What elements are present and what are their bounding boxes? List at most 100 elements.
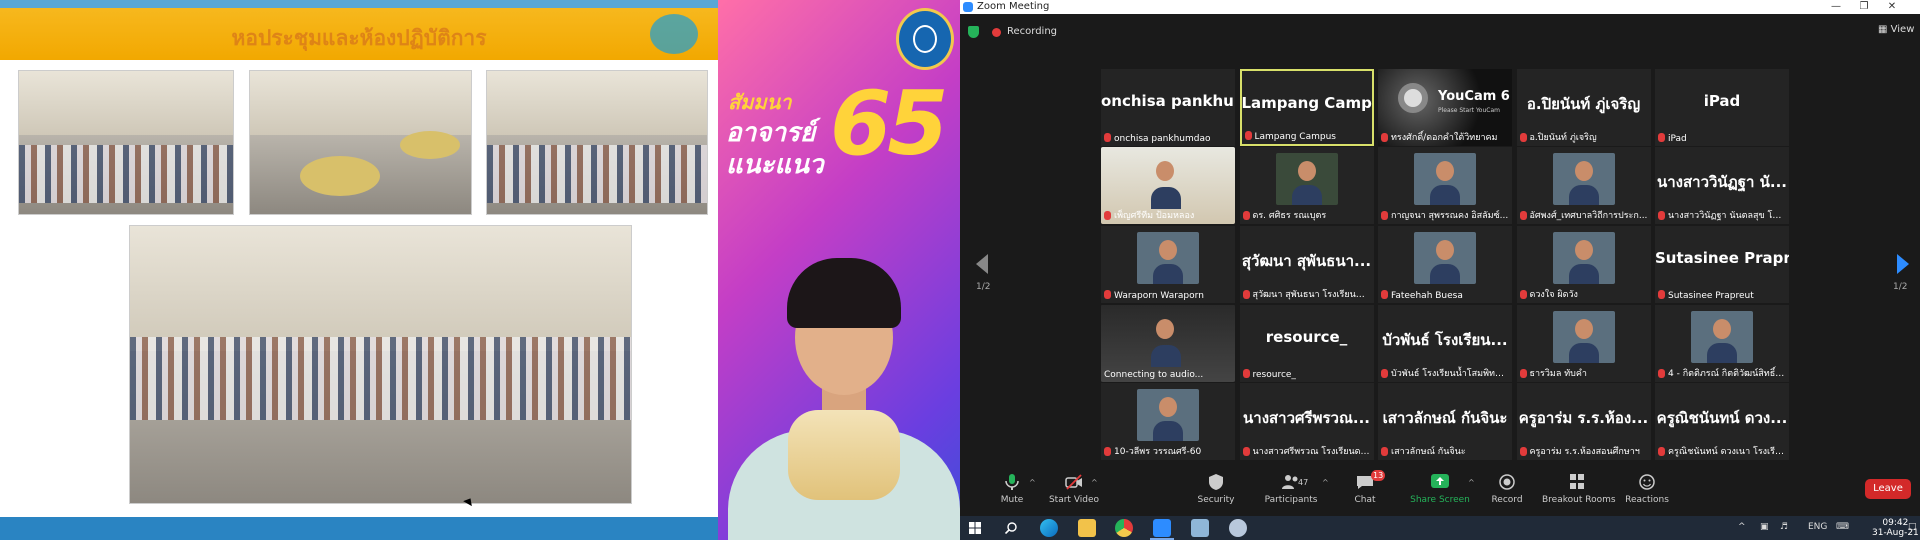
participant-tile[interactable]: อัศพงศ์_เทศบาลวิถีการประก... (1516, 147, 1651, 224)
notes-app-icon[interactable] (1191, 519, 1209, 537)
participant-tile[interactable]: นางสาวศรีพรวณ... นางสาวศรีพรวณ โรงเรียนดา… (1239, 383, 1374, 460)
participant-tile[interactable]: Fateehah Buesa (1378, 226, 1512, 303)
participant-tile[interactable]: onchisa pankhu... onchisa pankhumdao (1101, 69, 1235, 146)
participant-tile[interactable]: ครูณิชนันทน์ ดวง... ครูณิชนันทน์ ดวงเนา โ… (1655, 383, 1789, 460)
participant-tile[interactable]: ธารวิมล ทับคำ (1516, 305, 1651, 382)
participant-tile[interactable]: iPad iPad (1655, 69, 1789, 146)
youcam-brand: YouCam 6 (1438, 89, 1510, 104)
view-button[interactable]: ▦ View (1878, 24, 1914, 35)
participant-name-label: Lampang Campus (1254, 132, 1336, 142)
view-label: View (1890, 24, 1915, 35)
participant-name-label: Connecting to audio... (1104, 370, 1204, 380)
participant-name-label: เพ็ญศรีทีม ป้อมหลอง (1114, 211, 1195, 221)
participant-tile[interactable]: Sutasinee Prapr... Sutasinee Prapreut (1655, 226, 1789, 303)
video-options-caret-icon[interactable]: ^ (1091, 478, 1098, 487)
recording-dot-icon (992, 28, 1001, 37)
encryption-shield-icon[interactable] (968, 26, 979, 38)
next-page-arrow-icon[interactable] (1897, 254, 1909, 274)
previous-page-arrow-icon[interactable] (976, 254, 988, 274)
speaker-scarf (788, 410, 900, 500)
promo-line-3: แนะแนว (726, 150, 824, 180)
participant-tile[interactable]: 10-วลีพร วรรณศรี-60 (1101, 383, 1235, 460)
chat-badge: 13 (1371, 470, 1386, 481)
participant-name-label: เสาวลักษณ์ กันจินะ (1391, 447, 1466, 457)
participant-display-name: ครูอาร่ม ร.ร.ห้อง... (1518, 409, 1649, 427)
participant-video (1552, 311, 1615, 363)
edge-browser-icon[interactable] (1040, 519, 1058, 537)
participant-name-label: Fateehah Buesa (1391, 291, 1463, 301)
participant-name-label: resource_ (1252, 370, 1296, 380)
participant-tile[interactable]: YouCam 6 Please Start YouCam ทรงศักดิ์/ดอก… (1378, 69, 1512, 146)
participant-tile[interactable]: บัวพันธ์ โรงเรียน... บัวพันธ์ โรงเรียนน้ำ… (1378, 305, 1512, 382)
participant-name-label: อัศพงศ์_เทศบาลวิถีการประก... (1529, 211, 1648, 221)
share-screen-label: Share Screen (1410, 495, 1470, 505)
breakout-rooms-button[interactable]: Breakout Rooms (1542, 464, 1616, 505)
close-icon[interactable]: ✕ (1878, 0, 1906, 14)
participant-tile[interactable]: เสาวลักษณ์ กันจินะ เสาวลักษณ์ กันจินะ (1378, 383, 1512, 460)
participant-tile[interactable]: เพ็ญศรีทีม ป้อมหลอง (1101, 147, 1235, 224)
reactions-label: Reactions (1625, 495, 1669, 505)
video-off-icon (1065, 474, 1082, 490)
chat-label: Chat (1354, 495, 1376, 505)
participant-name-label: ครูณิชนันทน์ ดวงเนา โรงเรีย... (1668, 447, 1786, 457)
participant-tile[interactable]: ดร. ศศิธร รณเบุตร (1239, 147, 1374, 224)
participant-tile[interactable]: สุวัฒนา สุพันธนา... สุวัฒนา สุพันธนา โรงเ… (1239, 226, 1374, 303)
notification-icon[interactable]: □ (1908, 522, 1917, 532)
breakout-rooms-label: Breakout Rooms (1542, 495, 1616, 505)
participant-display-name: บัวพันธ์ โรงเรียน... (1382, 331, 1508, 349)
slide-top-bar (0, 0, 718, 8)
participant-tile[interactable]: ครูอาร่ม ร.ร.ห้อง... ครูอาร่ม ร.ร.ห้องสอน… (1516, 383, 1651, 460)
share-screen-button[interactable]: Share Screen (1405, 464, 1475, 505)
screen: หอประชุมและห้องปฏิบัติการ 65 สัมมนา อาจา… (0, 0, 1920, 540)
participant-display-name: Lampang Campus (1241, 94, 1372, 112)
participant-video (1137, 232, 1199, 284)
microphone-icon (1005, 474, 1019, 490)
participant-video (1414, 153, 1476, 205)
participant-tile[interactable]: ดวงใจ ผิดวัง (1516, 226, 1651, 303)
tray-chevron-icon[interactable]: ^ (1738, 522, 1746, 532)
participants-button[interactable]: 47 Participants (1256, 464, 1326, 505)
start-video-button[interactable]: Start Video (1039, 464, 1109, 505)
windows-start-icon[interactable] (969, 522, 981, 534)
restore-icon[interactable]: ❐ (1850, 0, 1878, 14)
network-icon[interactable]: ▣ (1760, 522, 1769, 532)
participant-display-name: iPad (1703, 92, 1741, 110)
keyboard-icon[interactable]: ⌨ (1836, 522, 1849, 532)
participant-name-label: Waraporn Waraporn (1114, 291, 1204, 301)
shared-slide: หอประชุมและห้องปฏิบัติการ (0, 0, 718, 540)
participant-tile[interactable]: Connecting to audio... (1101, 305, 1235, 382)
zoom-taskbar-icon[interactable] (1153, 519, 1171, 537)
participant-video (1414, 232, 1476, 284)
security-shield-icon (1209, 474, 1223, 490)
chat-button[interactable]: 13 Chat (1330, 464, 1400, 505)
slide-photo-hall-2 (249, 70, 472, 215)
participant-tile[interactable]: อ.ปิยนันท์ ภู่เจริญ อ.ปิยนันท์ ภู่เจริญ (1516, 69, 1651, 146)
participant-tile[interactable]: กาญจนา สุพรรณคง อิสลัมซ์... (1378, 147, 1512, 224)
security-label: Security (1197, 495, 1235, 505)
participant-tile[interactable]: Waraporn Waraporn (1101, 226, 1235, 303)
participant-display-name: เสาวลักษณ์ กันจินะ (1382, 409, 1508, 427)
record-button[interactable]: Record (1472, 464, 1542, 505)
participant-tile[interactable]: 4 - กิตติภรณ์ กิตติวัฒน์สิทธิ์ -... (1655, 305, 1789, 382)
mute-button[interactable]: Mute (977, 464, 1047, 505)
file-explorer-icon[interactable] (1078, 519, 1096, 537)
participant-display-name: Sutasinee Prapr... (1655, 249, 1789, 267)
participants-caret-icon[interactable]: ^ (1322, 478, 1329, 487)
chrome-icon[interactable] (1115, 519, 1133, 537)
participant-tile[interactable]: Lampang Campus Lampang Campus (1239, 69, 1374, 146)
minimize-icon[interactable]: — (1822, 0, 1850, 14)
participant-tile[interactable]: resource_ resource_ (1239, 305, 1374, 382)
participant-name-label: iPad (1668, 134, 1687, 144)
breakout-rooms-icon (1570, 474, 1584, 489)
participant-tile[interactable]: นางสาววินัฏฐา นั... นางสาววินัฏฐา นันตลสุ… (1655, 147, 1789, 224)
reactions-button[interactable]: Reactions (1612, 464, 1682, 505)
participant-video (1275, 153, 1338, 205)
volume-icon[interactable]: ♬ (1780, 522, 1788, 532)
security-button[interactable]: Security (1181, 464, 1251, 505)
pinned-app-icon[interactable] (1229, 519, 1247, 537)
title-bar: Zoom Meeting — ❐ ✕ (960, 0, 1920, 14)
search-icon[interactable] (1005, 522, 1017, 534)
audio-options-caret-icon[interactable]: ^ (1029, 478, 1036, 487)
language-indicator[interactable]: ENG (1808, 522, 1827, 532)
leave-button[interactable]: Leave (1865, 479, 1911, 499)
